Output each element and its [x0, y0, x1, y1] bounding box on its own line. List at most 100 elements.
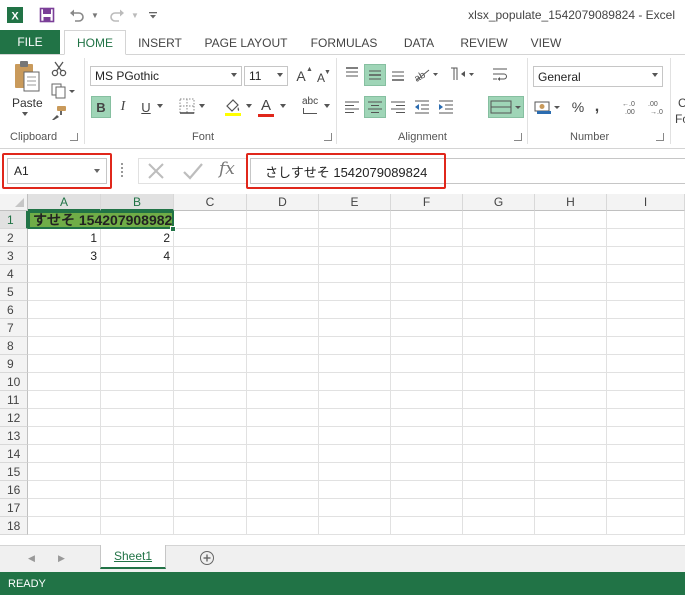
grid-cell[interactable] — [535, 265, 607, 283]
clipboard-launcher-icon[interactable] — [70, 133, 78, 141]
grid-cell[interactable] — [607, 319, 685, 337]
grid-cell[interactable] — [391, 355, 463, 373]
grid-cell[interactable] — [101, 355, 174, 373]
grid-cell[interactable] — [463, 229, 535, 247]
align-left-icon[interactable] — [342, 96, 362, 118]
grid-cell[interactable] — [535, 517, 607, 535]
grid-cell[interactable] — [535, 283, 607, 301]
row-header-2[interactable]: 2 — [0, 229, 28, 247]
grid-cell[interactable] — [607, 301, 685, 319]
grid-cell[interactable] — [174, 373, 247, 391]
grid-cell[interactable] — [174, 265, 247, 283]
grid-cell[interactable] — [607, 229, 685, 247]
grid-cell[interactable] — [174, 283, 247, 301]
formula-bar-grip-icon[interactable] — [121, 163, 123, 177]
grid-cell[interactable] — [319, 301, 391, 319]
grid-cell[interactable] — [607, 373, 685, 391]
grid-cell[interactable] — [174, 211, 247, 229]
percent-button[interactable]: % — [568, 96, 588, 118]
grid-cell[interactable] — [247, 211, 319, 229]
grid-cell[interactable] — [28, 427, 101, 445]
grid-cell[interactable] — [101, 283, 174, 301]
grid-cell[interactable] — [463, 337, 535, 355]
grid-cell[interactable] — [247, 517, 319, 535]
grid-cell[interactable] — [28, 265, 101, 283]
grid-cell[interactable] — [28, 463, 101, 481]
top-align-icon[interactable] — [342, 64, 362, 84]
sheet-tab-sheet1[interactable]: Sheet1 — [100, 545, 166, 569]
scroll-left-icon[interactable]: ◀ — [28, 553, 35, 564]
row-header-12[interactable]: 12 — [0, 409, 28, 427]
row-header-9[interactable]: 9 — [0, 355, 28, 373]
row-header-1[interactable]: 1 — [0, 211, 28, 229]
enter-icon[interactable] — [182, 161, 204, 184]
grid-cell[interactable] — [174, 445, 247, 463]
grid-cell[interactable] — [535, 373, 607, 391]
row-header-10[interactable]: 10 — [0, 373, 28, 391]
grid-cell[interactable] — [28, 445, 101, 463]
grid-cell[interactable] — [463, 355, 535, 373]
grid-cell[interactable] — [247, 319, 319, 337]
cell-a3[interactable]: 3 — [28, 247, 101, 265]
rtl-icon[interactable] — [448, 64, 476, 84]
row-header-8[interactable]: 8 — [0, 337, 28, 355]
grid-cell[interactable] — [463, 319, 535, 337]
grid-cell[interactable] — [391, 211, 463, 229]
align-right-icon[interactable] — [388, 96, 408, 118]
tab-page-layout[interactable]: PAGE LAYOUT — [196, 30, 296, 55]
grid-cell[interactable] — [28, 481, 101, 499]
grid-cell[interactable] — [391, 427, 463, 445]
grid-cell[interactable] — [535, 481, 607, 499]
grid-cell[interactable] — [247, 301, 319, 319]
grid-cell[interactable] — [391, 265, 463, 283]
grid-cell[interactable] — [101, 265, 174, 283]
grid-cell[interactable] — [607, 409, 685, 427]
fill-color-icon[interactable] — [222, 96, 244, 118]
decrease-indent-icon[interactable] — [412, 96, 432, 118]
grid-cell[interactable] — [247, 283, 319, 301]
redo-dropdown-icon[interactable]: ▼ — [126, 6, 144, 24]
number-launcher-icon[interactable] — [656, 133, 664, 141]
row-header-7[interactable]: 7 — [0, 319, 28, 337]
font-launcher-icon[interactable] — [324, 133, 332, 141]
paste-dropdown-icon[interactable] — [22, 112, 28, 116]
grid-cell[interactable] — [607, 427, 685, 445]
grid-cell[interactable] — [535, 319, 607, 337]
grid-cell[interactable] — [247, 373, 319, 391]
tab-home[interactable]: HOME — [64, 30, 126, 55]
grid-cell[interactable] — [535, 247, 607, 265]
grid-cell[interactable] — [247, 463, 319, 481]
worksheet-grid[interactable]: A B C D E F G H I 1 2 3 4 5 6 7 8 9 10 11 12 13 14 15 1… — [0, 194, 685, 545]
cancel-icon[interactable] — [146, 161, 166, 184]
grid-cell[interactable] — [101, 337, 174, 355]
grid-cell[interactable] — [535, 427, 607, 445]
grid-cell[interactable] — [319, 265, 391, 283]
grid-cell[interactable] — [607, 445, 685, 463]
grid-cell[interactable] — [535, 409, 607, 427]
grid-cell[interactable] — [391, 409, 463, 427]
grid-cell[interactable] — [174, 517, 247, 535]
paste-button[interactable]: Paste — [12, 96, 43, 110]
grid-cell[interactable] — [463, 409, 535, 427]
grid-cell[interactable] — [391, 517, 463, 535]
italic-button[interactable]: I — [113, 96, 133, 118]
grid-cell[interactable] — [535, 229, 607, 247]
grid-cell[interactable] — [535, 211, 607, 229]
column-header-f[interactable]: F — [391, 194, 463, 211]
grid-cell[interactable] — [463, 301, 535, 319]
grid-cell[interactable] — [463, 391, 535, 409]
grid-cell[interactable] — [319, 391, 391, 409]
undo-dropdown-icon[interactable]: ▼ — [86, 6, 104, 24]
grid-cell[interactable] — [101, 481, 174, 499]
grid-cell[interactable] — [319, 499, 391, 517]
grid-cell[interactable] — [319, 319, 391, 337]
tab-data[interactable]: DATA — [392, 30, 446, 55]
grid-cell[interactable] — [319, 229, 391, 247]
merge-center-icon[interactable] — [488, 96, 524, 118]
grid-cell[interactable] — [101, 391, 174, 409]
insert-function-button[interactable]: fx — [219, 159, 235, 179]
row-header-17[interactable]: 17 — [0, 499, 28, 517]
grid-cell[interactable] — [101, 373, 174, 391]
grid-cell[interactable] — [535, 463, 607, 481]
grid-cell[interactable] — [28, 517, 101, 535]
